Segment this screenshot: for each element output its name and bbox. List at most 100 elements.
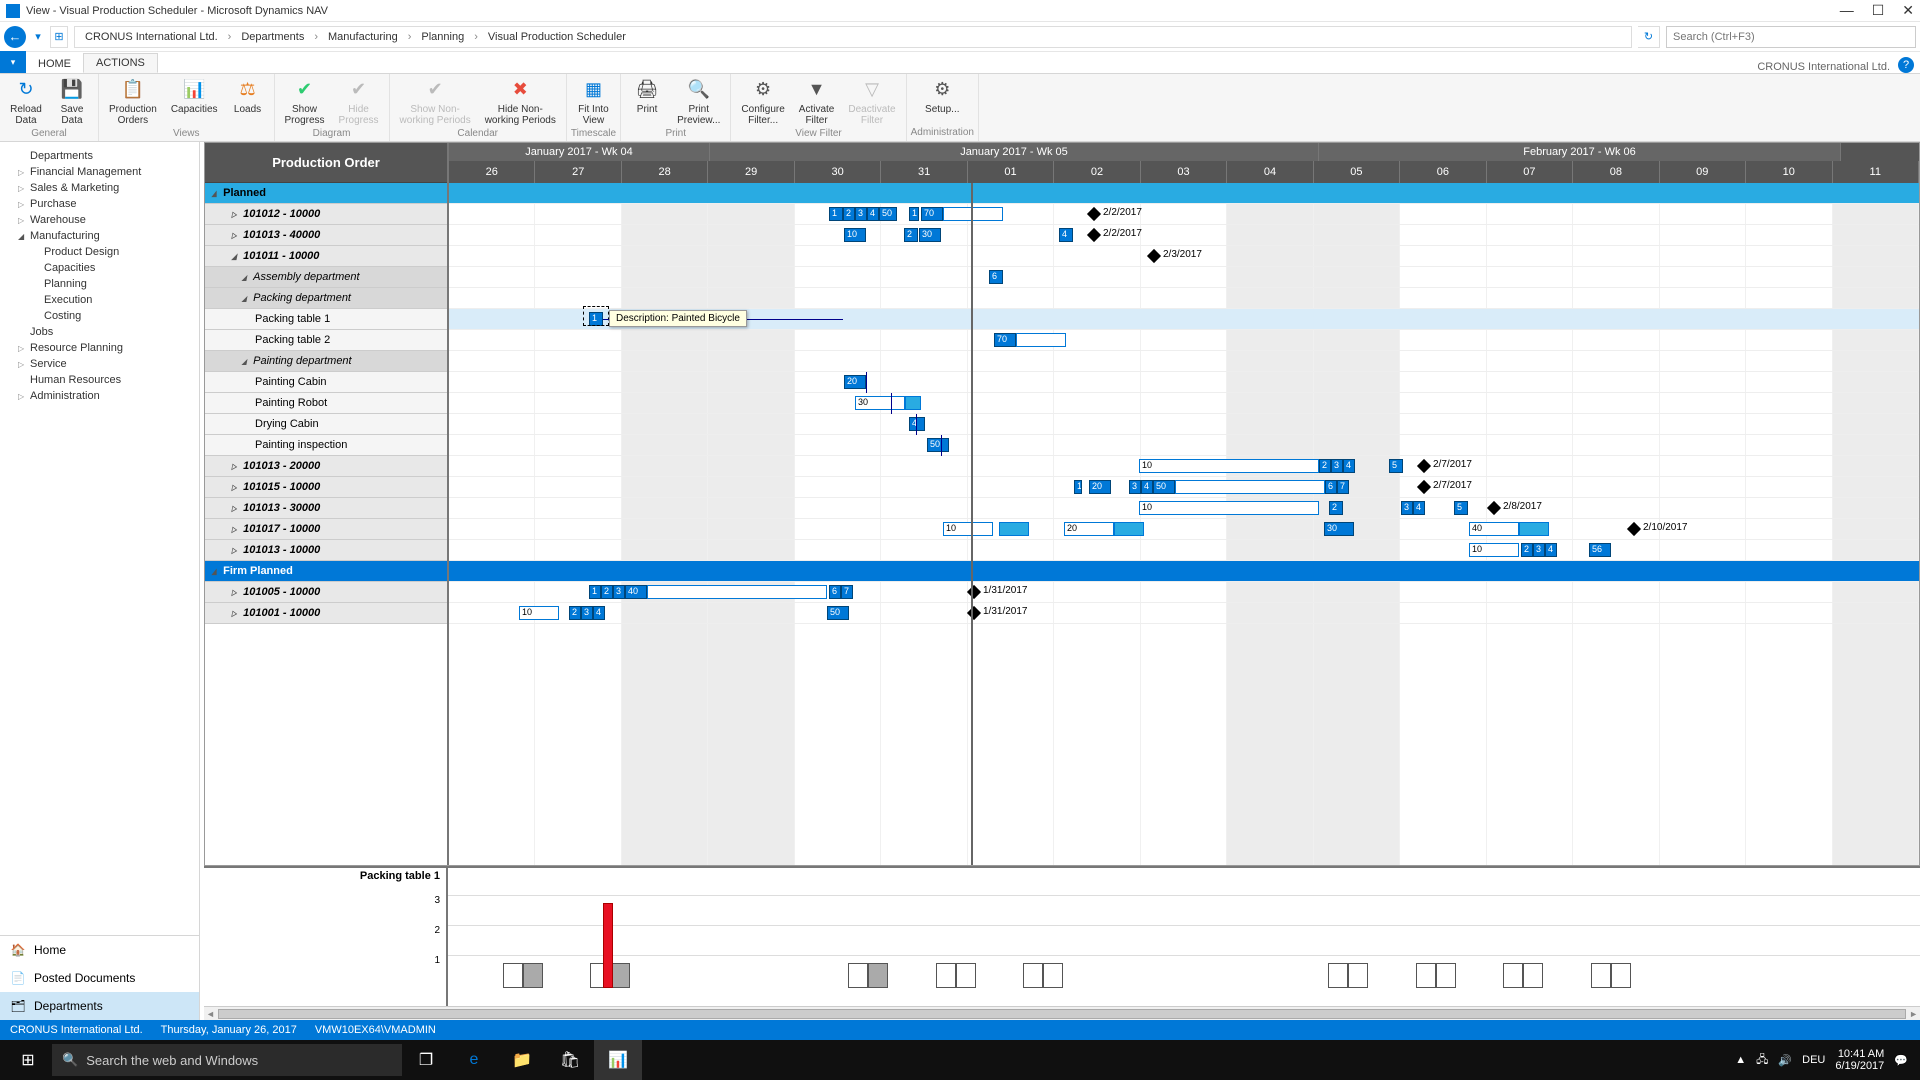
sidebar-item-jobs[interactable]: Jobs xyxy=(4,324,195,340)
expand-icon[interactable]: ▷ xyxy=(232,525,237,534)
gantt-grid-row[interactable]: 6 xyxy=(449,267,1919,288)
milestone-diamond[interactable] xyxy=(1417,459,1431,473)
gantt-grid-row[interactable]: 1023456 xyxy=(449,540,1919,561)
expand-icon[interactable]: ▷ xyxy=(232,588,237,597)
gantt-row-dept[interactable]: ◢Assembly department xyxy=(205,267,447,288)
gantt-bar[interactable]: 10 xyxy=(1469,543,1519,557)
gantt-bar[interactable]: 2 xyxy=(601,585,613,599)
sidebar-item-service[interactable]: Service xyxy=(4,356,195,372)
gantt-bar[interactable]: 4 xyxy=(909,417,925,431)
horizontal-scrollbar[interactable]: ◄ ► xyxy=(204,1006,1920,1020)
search-input[interactable] xyxy=(1666,26,1916,48)
expand-icon[interactable]: ◢ xyxy=(242,273,247,282)
gantt-bar[interactable]: 1 xyxy=(1074,480,1082,494)
gantt-bar[interactable]: 3 xyxy=(613,585,625,599)
gantt-grid-row[interactable]: 10234501/31/2017 xyxy=(449,603,1919,624)
milestone-diamond[interactable] xyxy=(1147,249,1161,263)
print-preview-button[interactable]: 🔍Print Preview... xyxy=(671,76,726,128)
gantt-row-order[interactable]: ▷101001 - 10000 xyxy=(205,603,447,624)
gantt-bar[interactable]: 1 xyxy=(589,585,601,599)
edge-icon[interactable]: e xyxy=(450,1040,498,1080)
gantt-bar[interactable]: 10 xyxy=(943,522,993,536)
gantt-timeline[interactable]: Work Date January 2017 - Wk 04January 20… xyxy=(449,143,1919,865)
gantt-bar[interactable]: 2 xyxy=(1521,543,1533,557)
gantt-bar[interactable]: 3 xyxy=(855,207,867,221)
gantt-bar[interactable] xyxy=(905,396,921,410)
gantt-bar[interactable]: 56 xyxy=(1589,543,1611,557)
gantt-chart[interactable]: Production Order ◢Planned▷101012 - 10000… xyxy=(204,142,1920,866)
gantt-bar[interactable]: 4 xyxy=(867,207,879,221)
expand-icon[interactable]: ▷ xyxy=(232,546,237,555)
gantt-bar[interactable]: 40 xyxy=(1469,522,1519,536)
breadcrumb-item[interactable]: Manufacturing xyxy=(328,31,398,43)
gantt-row-order[interactable]: ▷101012 - 10000 xyxy=(205,204,447,225)
milestone-diamond[interactable] xyxy=(967,585,981,599)
breadcrumb-item[interactable]: Planning xyxy=(421,31,464,43)
gantt-bar[interactable]: 2 xyxy=(1329,501,1343,515)
gantt-bar[interactable]: 3 xyxy=(1331,459,1343,473)
gantt-bar[interactable]: 4 xyxy=(593,606,605,620)
close-button[interactable]: ✕ xyxy=(1902,2,1914,19)
sidebar-item-departments[interactable]: Departments xyxy=(4,148,195,164)
sidebar-item-product-design[interactable]: Product Design xyxy=(4,244,195,260)
gantt-bar[interactable] xyxy=(1175,480,1325,494)
gantt-bar[interactable]: 2 xyxy=(1319,459,1331,473)
expand-icon[interactable]: ◢ xyxy=(242,357,247,366)
gantt-bar[interactable]: 6 xyxy=(829,585,841,599)
sidebar-item-sales[interactable]: Sales & Marketing xyxy=(4,180,195,196)
sidebar-item-financial[interactable]: Financial Management xyxy=(4,164,195,180)
home-nav-button[interactable]: 🏠Home xyxy=(0,936,199,964)
system-tray[interactable]: ▲ 🖧 🔊 DEU 10:41 AM 6/19/2017 💬 xyxy=(1735,1048,1916,1072)
gantt-bar[interactable]: 2 xyxy=(904,228,918,242)
gantt-bar[interactable] xyxy=(1016,333,1066,347)
gantt-grid-row[interactable] xyxy=(449,288,1919,309)
expand-icon[interactable]: ▷ xyxy=(232,609,237,618)
back-button[interactable]: ← xyxy=(4,26,26,48)
gantt-bar[interactable]: 2 xyxy=(569,606,581,620)
breadcrumb-item[interactable]: Visual Production Scheduler xyxy=(488,31,626,43)
gantt-bar[interactable]: 7 xyxy=(1337,480,1349,494)
gantt-bar[interactable]: 3 xyxy=(1129,480,1141,494)
milestone-diamond[interactable] xyxy=(1417,480,1431,494)
gantt-bar[interactable] xyxy=(1519,522,1549,536)
gantt-grid-row[interactable]: 1203450672/7/2017 xyxy=(449,477,1919,498)
gantt-row-order[interactable]: ▷101013 - 30000 xyxy=(205,498,447,519)
sidebar-item-purchase[interactable]: Purchase xyxy=(4,196,195,212)
windows-taskbar[interactable]: ⊞ 🔍Search the web and Windows ❐ e 📁 🛍 📊 … xyxy=(0,1040,1920,1080)
setup-button[interactable]: ⚙Setup... xyxy=(919,76,965,127)
gantt-row-order[interactable]: ▷101013 - 10000 xyxy=(205,540,447,561)
milestone-diamond[interactable] xyxy=(1627,522,1641,536)
fit-into-view-button[interactable]: ▦Fit Into View xyxy=(571,76,615,128)
gantt-bar[interactable] xyxy=(943,207,1003,221)
gantt-bar[interactable]: 5 xyxy=(1389,459,1403,473)
expand-icon[interactable]: ▷ xyxy=(232,504,237,513)
gantt-bar[interactable] xyxy=(647,585,827,599)
gantt-grid-row[interactable]: 2/3/2017 xyxy=(449,246,1919,267)
file-tab[interactable]: ▾ xyxy=(0,51,26,73)
expand-icon[interactable]: ◢ xyxy=(232,252,237,261)
gantt-bar[interactable]: 3 xyxy=(1401,501,1413,515)
maximize-button[interactable]: ☐ xyxy=(1872,2,1885,19)
gantt-bar[interactable]: 1 xyxy=(829,207,843,221)
gantt-bar[interactable]: 40 xyxy=(625,585,647,599)
gantt-row-order[interactable]: ◢101011 - 10000 xyxy=(205,246,447,267)
gantt-bar[interactable]: 10 xyxy=(1139,459,1319,473)
gantt-bar[interactable]: 1 xyxy=(909,207,919,221)
loads-button[interactable]: ⚖Loads xyxy=(226,76,270,128)
tab-actions[interactable]: ACTIONS xyxy=(83,53,158,73)
gantt-grid-row[interactable]: 12340671/31/2017 xyxy=(449,582,1919,603)
gantt-bar[interactable]: 3 xyxy=(1533,543,1545,557)
milestone-diamond[interactable] xyxy=(1487,501,1501,515)
expand-icon[interactable]: ▷ xyxy=(232,462,237,471)
gantt-row-dept[interactable]: ◢Painting department xyxy=(205,351,447,372)
gantt-row-order[interactable]: ▷101013 - 40000 xyxy=(205,225,447,246)
gantt-row-order[interactable]: ▷101013 - 20000 xyxy=(205,456,447,477)
gantt-bar[interactable]: 10 xyxy=(519,606,559,620)
hide-progress-button[interactable]: ✔Hide Progress xyxy=(333,76,385,128)
sidebar-item-resource-planning[interactable]: Resource Planning xyxy=(4,340,195,356)
gantt-bar[interactable]: 20 xyxy=(1089,480,1111,494)
action-center-icon[interactable]: 💬 xyxy=(1894,1054,1908,1067)
sidebar-item-execution[interactable]: Execution xyxy=(4,292,195,308)
gantt-grid-row[interactable]: 50 xyxy=(449,435,1919,456)
language-indicator[interactable]: DEU xyxy=(1802,1054,1825,1066)
